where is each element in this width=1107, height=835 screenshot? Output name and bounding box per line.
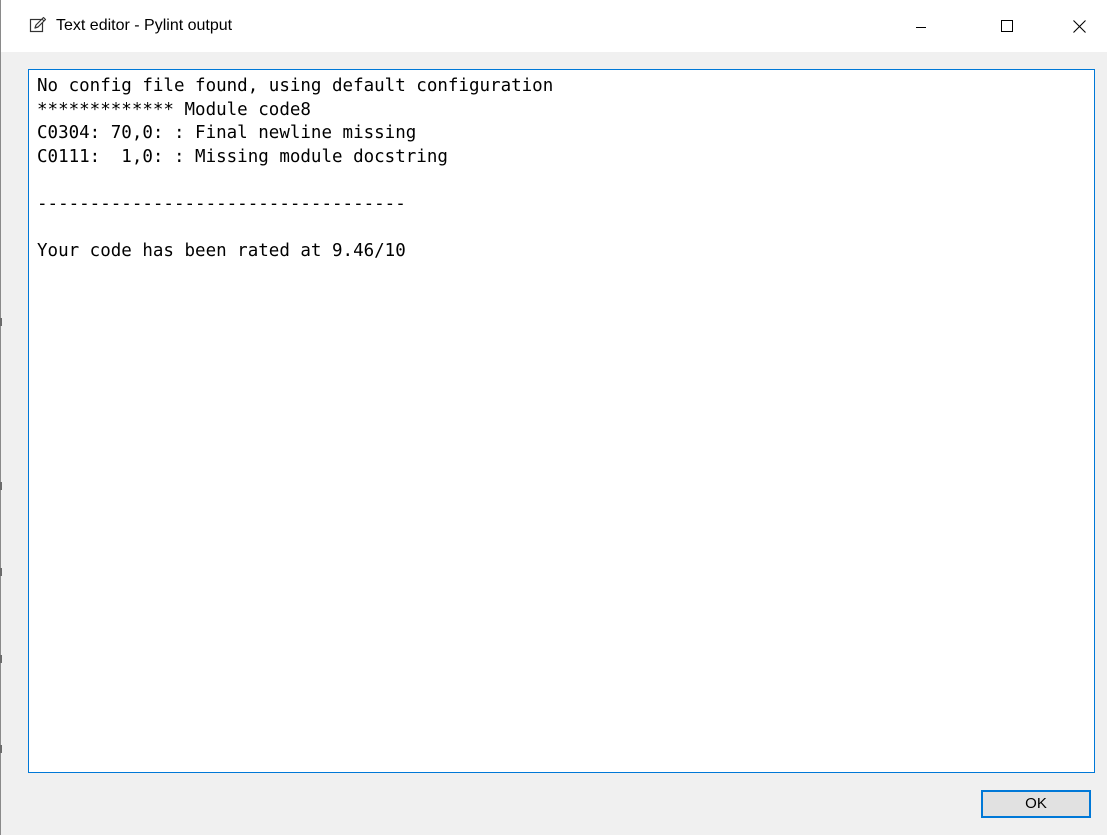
window-edge-mark [0, 318, 2, 326]
output-line: ​ [37, 216, 1094, 240]
window-edge-mark [0, 745, 2, 753]
window-title: Text editor - Pylint output [56, 17, 233, 34]
maximize-button[interactable] [983, 0, 1029, 52]
output-line: No config file found, using default conf… [37, 76, 554, 96]
text-editor-window: Text editor - Pylint output No config fi… [0, 0, 1107, 835]
window-edge-mark [0, 568, 2, 576]
output-text-area[interactable]: No config file found, using default conf… [28, 69, 1095, 773]
output-line: ************* Module code8 [37, 99, 311, 120]
output-line: C0111: 1,0: : Missing module docstring [37, 146, 448, 167]
edit-icon [28, 15, 48, 35]
minimize-button[interactable] [898, 0, 944, 52]
output-line: Your code has been rated at 9.46/10 [37, 240, 406, 261]
editor-content: No config file found, using default conf… [29, 70, 1094, 263]
output-line: ​ [37, 169, 1094, 193]
ok-button[interactable]: OK [981, 790, 1091, 818]
close-button[interactable] [1057, 0, 1103, 52]
title-bar[interactable]: Text editor - Pylint output [1, 0, 1107, 52]
window-edge-mark [0, 482, 2, 490]
output-line: C0304: 70,0: : Final newline missing [37, 123, 417, 143]
output-line: ----------------------------------- [37, 193, 406, 214]
window-edge-mark [0, 655, 2, 663]
